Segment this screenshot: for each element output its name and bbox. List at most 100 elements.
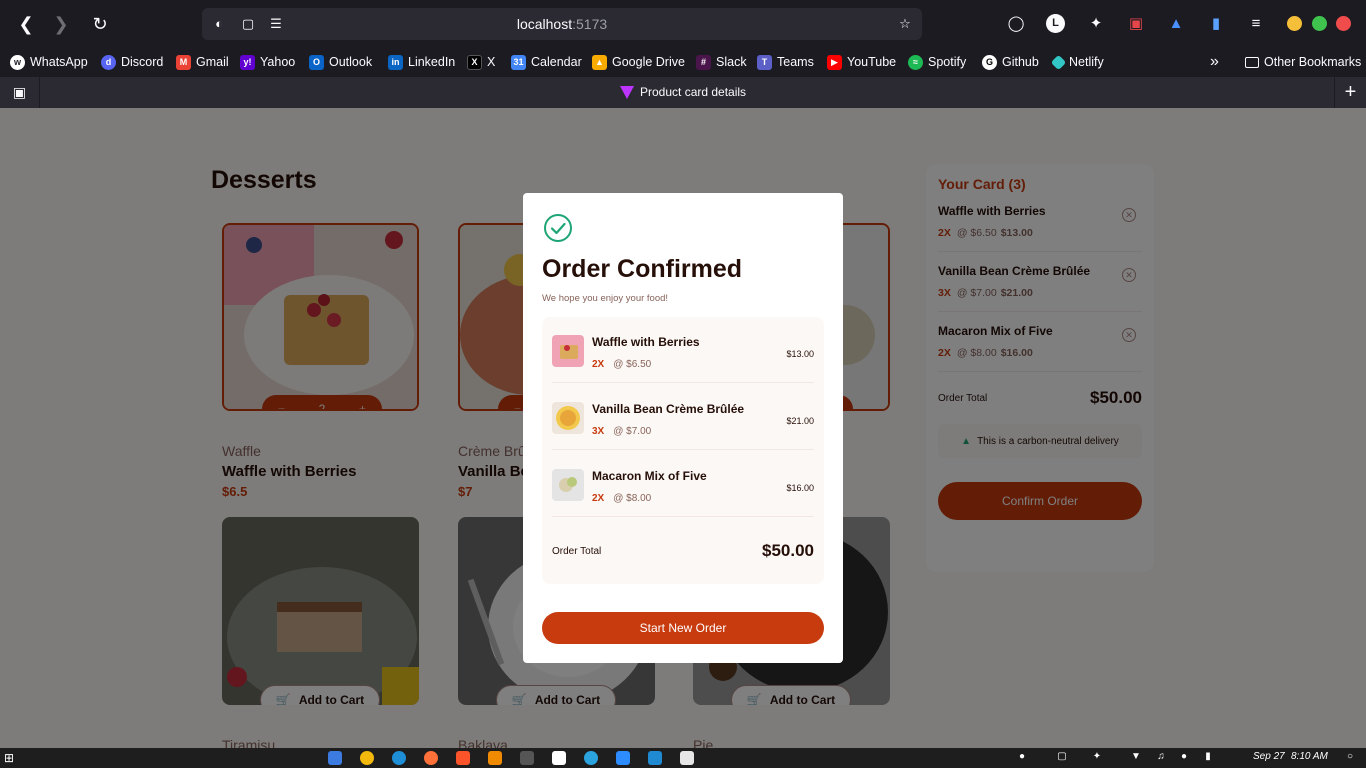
order-item: Waffle with Berries 2X @ $6.50 $13.00 bbox=[552, 317, 814, 383]
network-share-tray-icon[interactable]: ✦ bbox=[1091, 751, 1103, 763]
reload-icon[interactable]: ↻ bbox=[88, 12, 112, 36]
bookmark-label: YouTube bbox=[847, 55, 897, 69]
pocket-icon[interactable]: ◯ bbox=[1004, 12, 1028, 36]
tab-title: Product card details bbox=[640, 85, 747, 99]
bookmark-slack[interactable]: # Slack bbox=[696, 52, 747, 72]
folder-icon bbox=[1245, 56, 1259, 68]
bookmark-label: Outlook bbox=[329, 55, 373, 69]
order-item: Vanilla Bean Crème Brûlée 3X @ $7.00 $21.… bbox=[552, 384, 814, 450]
start-new-order-button[interactable]: Start New Order bbox=[542, 612, 824, 644]
terminal-app-icon[interactable] bbox=[520, 751, 534, 765]
bookmark-x[interactable]: XX bbox=[467, 52, 495, 72]
order-item-total: $13.00 bbox=[786, 349, 814, 359]
order-item-total: $16.00 bbox=[786, 483, 814, 493]
bookmark-label: Github bbox=[1002, 55, 1039, 69]
os-taskbar: ⊞ ● ▢ ✦ ▼ ♫ ● ▮ Sep 27 8:10 AM ○ bbox=[0, 748, 1366, 768]
check-circle-icon bbox=[544, 214, 572, 242]
bookmark-spotify[interactable]: ≈ Spotify bbox=[908, 52, 966, 72]
start-menu-icon[interactable]: ⊞ bbox=[4, 751, 18, 765]
bookmark-label: Gmail bbox=[196, 55, 229, 69]
extensions-icon[interactable]: ✦ bbox=[1084, 12, 1108, 36]
bookmark-calendar[interactable]: 31 Calendar bbox=[511, 52, 582, 72]
back-icon[interactable]: ❮ bbox=[14, 12, 38, 36]
tab-overview-icon[interactable]: ▣ bbox=[0, 77, 40, 108]
extension-red-icon[interactable]: ▣ bbox=[1124, 12, 1148, 36]
slack-icon: # bbox=[696, 54, 711, 70]
bookmark-google-drive[interactable]: ▲ Google Drive bbox=[592, 52, 685, 72]
firefox-app-icon[interactable] bbox=[424, 751, 438, 765]
bookmark-label: Teams bbox=[777, 55, 814, 69]
battery-icon[interactable]: ▮ bbox=[1202, 751, 1214, 763]
tab-bar: ▣ Product card details + bbox=[0, 76, 1366, 108]
bookmark-github[interactable]: G Github bbox=[982, 52, 1039, 72]
typora-app-icon[interactable] bbox=[552, 751, 566, 765]
bookmarks-overflow-icon[interactable]: » bbox=[1210, 52, 1219, 72]
bookmark-star-icon[interactable]: ☆ bbox=[896, 15, 914, 33]
teams-icon: T bbox=[757, 54, 772, 70]
bookmark-label: Spotify bbox=[928, 55, 967, 69]
close-window-button[interactable] bbox=[1336, 16, 1351, 31]
wifi-icon[interactable]: ▼ bbox=[1130, 751, 1142, 763]
order-item-unit-price: @ $6.50 bbox=[613, 359, 652, 370]
zoom-app-icon[interactable] bbox=[616, 751, 630, 765]
bookmark-gmail[interactable]: M Gmail bbox=[176, 52, 229, 72]
bookmark-yahoo[interactable]: y! Yahoo bbox=[240, 52, 295, 72]
bookmark-teams[interactable]: T Teams bbox=[757, 52, 814, 72]
menu-icon[interactable]: ≡ bbox=[1244, 12, 1268, 36]
netlify-icon bbox=[1050, 54, 1067, 70]
spotify-icon: ≈ bbox=[908, 54, 923, 70]
url-text[interactable]: localhost:5173 bbox=[202, 16, 922, 32]
minimize-window-button[interactable] bbox=[1287, 16, 1302, 31]
order-item-name: Waffle with Berries bbox=[592, 335, 700, 349]
chrome-app-icon[interactable] bbox=[360, 751, 374, 765]
notifications-icon[interactable]: ○ bbox=[1344, 751, 1356, 763]
bookmark-label: Yahoo bbox=[260, 55, 296, 69]
bookmark-netlify[interactable]: Netlify bbox=[1050, 52, 1104, 72]
notes-app-icon[interactable] bbox=[680, 751, 694, 765]
maximize-window-button[interactable] bbox=[1312, 16, 1327, 31]
bookmark-label: WhatsApp bbox=[30, 55, 88, 69]
clipboard-tray-icon[interactable]: ▢ bbox=[1056, 751, 1068, 763]
discord-tray-icon[interactable]: ● bbox=[1016, 751, 1028, 763]
modal-title: Order Confirmed bbox=[542, 255, 743, 283]
volume-icon[interactable]: ♫ bbox=[1155, 751, 1167, 763]
other-bookmarks[interactable]: Other Bookmarks bbox=[1245, 52, 1361, 72]
order-item-qty: 3X bbox=[592, 426, 605, 437]
active-tab[interactable]: Product card details bbox=[620, 85, 746, 99]
url-bar[interactable]: ◐ ▢ ☰ localhost:5173 ☆ bbox=[202, 8, 922, 40]
microphone-icon[interactable]: ● bbox=[1178, 751, 1190, 763]
youtube-icon: ▶ bbox=[827, 54, 842, 70]
sidebar-icon[interactable]: ▮ bbox=[1204, 12, 1228, 36]
order-total-label: Order Total bbox=[552, 546, 602, 557]
bookmark-label: Calendar bbox=[531, 55, 582, 69]
telegram-app-icon[interactable] bbox=[584, 751, 598, 765]
bookmark-label: Discord bbox=[121, 55, 164, 69]
order-item-name: Macaron Mix of Five bbox=[592, 469, 707, 483]
bookmark-label: Google Drive bbox=[612, 55, 685, 69]
edge-app-icon[interactable] bbox=[392, 751, 406, 765]
x-icon: X bbox=[467, 54, 482, 70]
taskbar-time[interactable]: 8:10 AM bbox=[1291, 751, 1328, 762]
bookmark-label: Netlify bbox=[1069, 55, 1104, 69]
bookmark-discord[interactable]: d Discord bbox=[101, 52, 163, 72]
url-host: localhost bbox=[516, 16, 573, 32]
bookmark-youtube[interactable]: ▶ YouTube bbox=[827, 52, 896, 72]
url-port: :5173 bbox=[572, 16, 608, 32]
forward-icon[interactable]: ❯ bbox=[49, 12, 73, 36]
bookmark-outlook[interactable]: O Outlook bbox=[309, 52, 372, 72]
vlc-app-icon[interactable] bbox=[488, 751, 502, 765]
order-item-qty: 2X bbox=[592, 359, 605, 370]
extension-blue-icon[interactable]: ▲ bbox=[1164, 12, 1188, 36]
new-tab-button[interactable]: + bbox=[1334, 77, 1366, 108]
bookmark-linkedin[interactable]: in LinkedIn bbox=[388, 52, 455, 72]
brave-app-icon[interactable] bbox=[456, 751, 470, 765]
bookmark-label: X bbox=[487, 55, 496, 69]
account-avatar[interactable]: L bbox=[1046, 14, 1065, 33]
google-drive-icon: ▲ bbox=[592, 54, 607, 70]
bookmark-whatsapp[interactable]: w WhatsApp bbox=[10, 52, 88, 72]
whatsapp-icon: w bbox=[10, 54, 25, 70]
bookmarks-bar: w WhatsApp d Discord M Gmail y! Yahoo O Outlo… bbox=[0, 48, 1366, 76]
vscode-app-icon[interactable] bbox=[648, 751, 662, 765]
taskbar-date[interactable]: Sep 27 bbox=[1253, 751, 1285, 762]
files-app-icon[interactable] bbox=[328, 751, 342, 765]
